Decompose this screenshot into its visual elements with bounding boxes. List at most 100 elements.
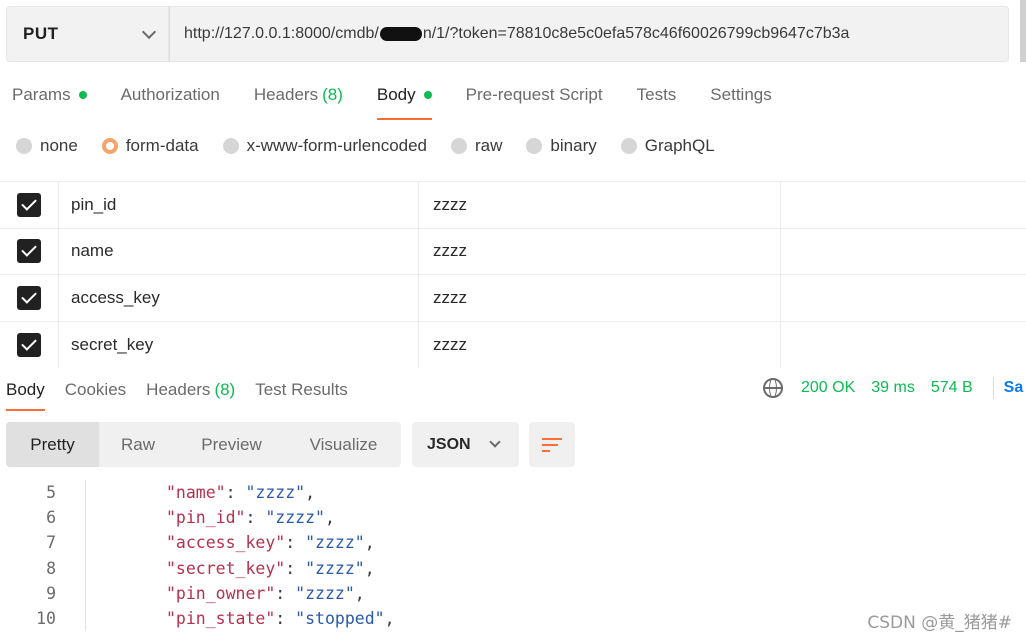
response-size[interactable]: 574 B	[931, 379, 973, 397]
json-punct: ,	[305, 483, 316, 503]
view-visualize-button[interactable]: Visualize	[286, 422, 401, 467]
tab-tests[interactable]: Tests	[637, 72, 677, 118]
json-punct: ,	[324, 508, 335, 528]
tab-label: Headers	[146, 380, 211, 399]
tab-label: Cookies	[64, 380, 127, 399]
wrap-lines-icon	[542, 437, 562, 453]
save-response-button[interactable]: Sa	[1004, 379, 1024, 397]
json-value: "zzzz"	[305, 533, 365, 553]
tab-response-cookies[interactable]: Cookies	[65, 370, 126, 410]
key-field[interactable]: name	[59, 228, 419, 274]
url-prefix: http://127.0.0.1:8000/cmdb/	[184, 25, 379, 42]
form-data-table: pin_id zzzz name zzzz access_key zzzz se…	[0, 181, 1026, 369]
json-value: "zzzz"	[295, 583, 355, 603]
description-field[interactable]	[781, 229, 1026, 275]
json-key: "access_key"	[166, 533, 286, 553]
body-type-raw[interactable]: raw	[451, 136, 502, 156]
json-key: "pin_state"	[166, 609, 276, 629]
code-line: 5 "name": "zzzz",	[0, 480, 1026, 506]
json-punct: ,	[384, 609, 395, 629]
description-field[interactable]	[781, 322, 1026, 369]
json-punct: ,	[364, 533, 375, 553]
radio-icon[interactable]	[16, 138, 32, 154]
request-tabs: Params Authorization Headers (8) Body Pr…	[0, 72, 806, 120]
body-type-urlencoded[interactable]: x-www-form-urlencoded	[222, 136, 428, 156]
tab-label: Body	[376, 85, 416, 104]
radio-icon[interactable]	[451, 138, 468, 154]
checkbox-checked-icon[interactable]	[17, 285, 41, 310]
json-value: "zzzz"	[265, 508, 325, 528]
globe-icon[interactable]	[763, 378, 783, 398]
tab-response-body[interactable]: Body	[6, 370, 45, 411]
radio-selected-icon[interactable]	[101, 138, 118, 154]
tab-count: (8)	[322, 85, 343, 104]
view-pretty-button[interactable]: Pretty	[6, 422, 99, 467]
checkbox-checked-icon[interactable]	[17, 239, 41, 264]
tab-authorization[interactable]: Authorization	[121, 72, 220, 118]
body-type-form-data[interactable]: form-data	[101, 136, 199, 156]
redaction-mark	[379, 27, 422, 41]
description-field[interactable]	[781, 182, 1026, 228]
format-select[interactable]: JSON	[412, 422, 519, 467]
tab-headers[interactable]: Headers (8)	[254, 72, 343, 118]
body-type-none[interactable]: none	[16, 136, 78, 156]
description-field[interactable]	[781, 275, 1026, 321]
body-type-label: raw	[475, 136, 503, 155]
tab-pre-request-script[interactable]: Pre-request Script	[466, 72, 603, 118]
tab-label: Tests	[636, 85, 677, 104]
view-preview-button[interactable]: Preview	[177, 422, 286, 467]
status-badge[interactable]: 200 OK	[801, 379, 855, 397]
tab-label: Authorization	[120, 85, 220, 104]
json-key: "name"	[166, 483, 226, 503]
key-field[interactable]: access_key	[59, 275, 419, 321]
json-punct: ,	[364, 558, 375, 578]
value-field[interactable]: zzzz	[419, 182, 781, 228]
divider	[992, 377, 994, 399]
value-field[interactable]: zzzz	[419, 275, 781, 321]
json-key: "pin_id"	[166, 508, 246, 528]
line-number: 8	[46, 558, 56, 578]
tab-test-results[interactable]: Test Results	[255, 370, 348, 410]
value-field[interactable]: zzzz	[419, 228, 781, 274]
view-mode-segmented: Pretty Raw Preview Visualize	[6, 422, 401, 467]
body-type-label: binary	[550, 136, 597, 155]
wrap-lines-button[interactable]	[529, 422, 575, 467]
tab-label: Pre-request Script	[465, 85, 603, 104]
status-dot-icon	[78, 91, 87, 99]
method-label: PUT	[23, 24, 59, 43]
key-field[interactable]: pin_id	[59, 182, 419, 228]
radio-icon[interactable]	[222, 138, 239, 154]
request-bar: PUT http://127.0.0.1:8000/cmdb/n/1/?toke…	[6, 6, 1009, 62]
key-field[interactable]: secret_key	[59, 321, 419, 368]
line-number: 6	[46, 508, 56, 528]
url-suffix: n/1/?token=78810c8e5c0efa578c46f60026799…	[422, 25, 850, 42]
response-time[interactable]: 39 ms	[871, 379, 915, 397]
value-field[interactable]: zzzz	[419, 321, 781, 368]
tab-settings[interactable]: Settings	[710, 72, 771, 118]
body-type-binary[interactable]: binary	[526, 136, 597, 156]
method-select[interactable]: PUT	[6, 6, 169, 62]
url-input[interactable]: http://127.0.0.1:8000/cmdb/n/1/?token=78…	[169, 6, 1009, 62]
response-bar: Body Cookies Headers (8) Test Results 20…	[0, 368, 1026, 412]
body-type-graphql[interactable]: GraphQL	[620, 136, 715, 156]
tab-body[interactable]: Body	[376, 72, 432, 120]
radio-icon[interactable]	[526, 138, 543, 154]
radio-icon[interactable]	[620, 138, 637, 154]
table-row: pin_id zzzz	[0, 182, 1026, 229]
tab-response-headers[interactable]: Headers (8)	[146, 370, 235, 410]
json-key: "pin_owner"	[166, 583, 276, 603]
scrollbar[interactable]	[1020, 0, 1026, 62]
code-line: 7 "access_key": "zzzz",	[0, 530, 1026, 556]
checkbox-checked-icon[interactable]	[17, 192, 41, 217]
code-line: 8 "secret_key": "zzzz",	[0, 555, 1026, 581]
table-row: name zzzz	[0, 228, 1026, 275]
watermark: CSDN @黄_猪猪#	[867, 613, 1012, 633]
tab-params[interactable]: Params	[12, 72, 87, 118]
line-number: 10	[36, 609, 56, 629]
view-raw-button[interactable]: Raw	[99, 422, 177, 467]
checkbox-checked-icon[interactable]	[17, 332, 41, 357]
json-value: "zzzz"	[305, 558, 365, 578]
body-type-label: x-www-form-urlencoded	[246, 136, 428, 155]
tab-label: Test Results	[255, 380, 348, 399]
body-type-label: none	[40, 136, 78, 155]
